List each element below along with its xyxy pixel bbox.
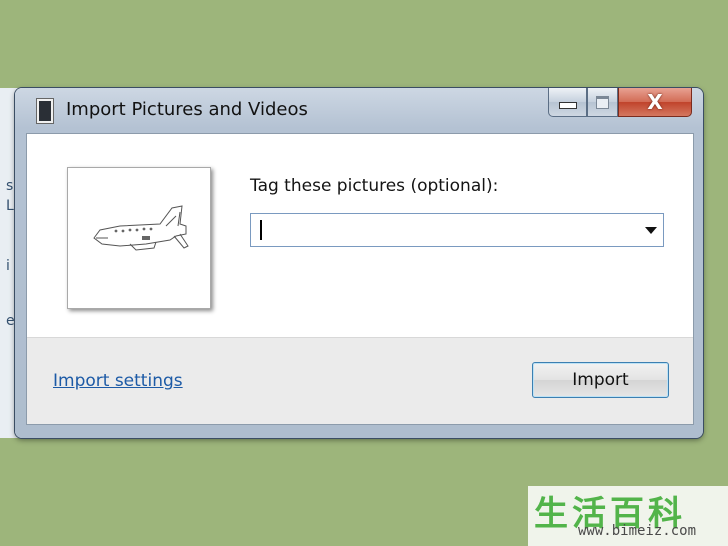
close-icon: X xyxy=(647,90,663,114)
tag-label: Tag these pictures (optional): xyxy=(250,176,499,196)
watermark-url: www.bimeiz.com xyxy=(578,523,697,539)
app-icon xyxy=(37,99,53,123)
window-controls: X xyxy=(548,88,692,117)
maximize-button[interactable] xyxy=(587,88,618,117)
import-dialog-window: Import Pictures and Videos X Tag these p… xyxy=(15,88,703,438)
dropdown-arrow-icon[interactable] xyxy=(645,227,657,234)
background-text-fragment: e xyxy=(6,313,15,329)
background-text-fragment: i xyxy=(6,258,10,274)
tag-combobox[interactable] xyxy=(250,213,664,247)
dialog-upper-panel: Tag these pictures (optional): xyxy=(27,134,693,338)
import-settings-link[interactable]: Import settings xyxy=(53,371,183,391)
minimize-icon xyxy=(558,101,577,109)
dialog-content: Tag these pictures (optional): Import se… xyxy=(26,133,694,425)
minimize-button[interactable] xyxy=(548,88,587,117)
airplane-sketch-icon xyxy=(93,205,189,251)
window-title: Import Pictures and Videos xyxy=(66,99,308,120)
text-cursor xyxy=(260,220,262,240)
watermark: 生活百科 www.bimeiz.com xyxy=(528,486,728,546)
background-text-fragment: L xyxy=(6,198,14,214)
close-button[interactable]: X xyxy=(618,88,692,117)
background-text-fragment: s xyxy=(6,178,14,194)
tag-input[interactable] xyxy=(251,214,647,246)
preview-thumbnail xyxy=(67,167,211,309)
maximize-icon xyxy=(596,95,609,109)
import-button[interactable]: Import xyxy=(532,362,669,398)
title-bar[interactable]: Import Pictures and Videos X xyxy=(15,88,703,133)
